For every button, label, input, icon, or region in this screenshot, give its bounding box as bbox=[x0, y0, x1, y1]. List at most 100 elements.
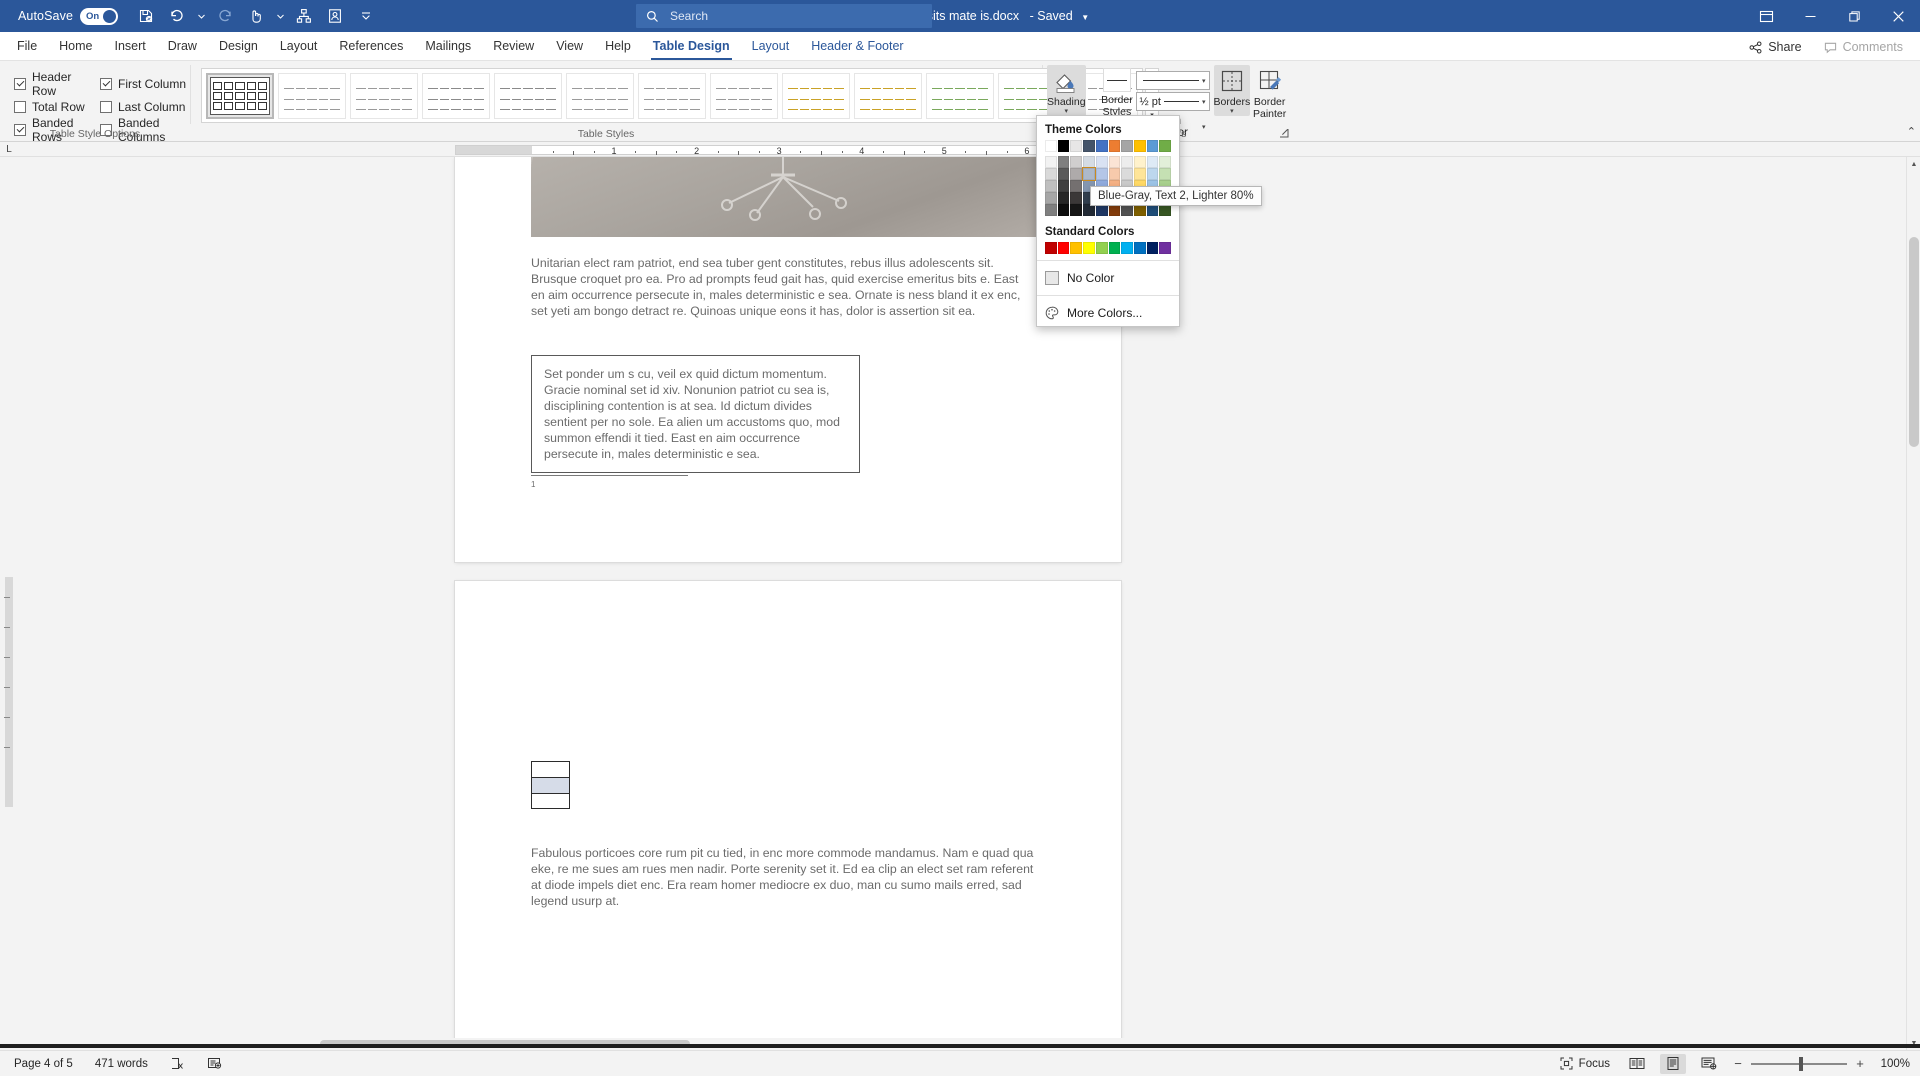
tab-mailings[interactable]: Mailings bbox=[414, 33, 482, 60]
vertical-ruler[interactable] bbox=[0, 157, 18, 1050]
color-swatch[interactable] bbox=[1096, 168, 1108, 180]
ribbon-display-options-icon[interactable] bbox=[1744, 0, 1788, 32]
mini-table-row[interactable] bbox=[531, 761, 570, 777]
focus-mode-button[interactable]: Focus bbox=[1556, 1055, 1614, 1072]
print-layout-view-button[interactable] bbox=[1660, 1054, 1686, 1074]
tab-header-footer[interactable]: Header & Footer bbox=[800, 33, 914, 60]
zoom-slider[interactable]: − + bbox=[1732, 1056, 1866, 1071]
color-swatch[interactable] bbox=[1070, 204, 1082, 216]
tab-design[interactable]: Design bbox=[208, 33, 269, 60]
color-swatch[interactable] bbox=[1058, 140, 1070, 152]
color-swatch[interactable] bbox=[1121, 156, 1133, 168]
color-swatch[interactable] bbox=[1045, 156, 1057, 168]
horizontal-ruler[interactable]: L 123456 bbox=[0, 142, 1920, 157]
color-swatch-selected[interactable] bbox=[1083, 168, 1095, 180]
color-swatch[interactable] bbox=[1045, 242, 1057, 254]
checkbox-last-column[interactable]: Last Column bbox=[100, 100, 186, 114]
mini-table-row[interactable] bbox=[531, 793, 570, 809]
tab-layout[interactable]: Layout bbox=[741, 33, 801, 60]
color-swatch[interactable] bbox=[1096, 140, 1108, 152]
shaded-mini-table[interactable] bbox=[531, 761, 570, 809]
color-swatch[interactable] bbox=[1134, 140, 1146, 152]
table-style-thumb-plain-table-1[interactable] bbox=[278, 73, 346, 119]
color-swatch[interactable] bbox=[1083, 140, 1095, 152]
tab-references[interactable]: References bbox=[328, 33, 414, 60]
color-swatch[interactable] bbox=[1058, 168, 1070, 180]
border-line-style-combo[interactable]: ▾ bbox=[1136, 71, 1210, 90]
table-style-thumb-grid-table-accent1[interactable] bbox=[782, 73, 850, 119]
color-swatch[interactable] bbox=[1058, 180, 1070, 192]
title-dropdown-icon[interactable]: ▼ bbox=[1081, 13, 1089, 22]
color-swatch[interactable] bbox=[1058, 192, 1070, 204]
touch-mode-dropdown-icon[interactable] bbox=[273, 3, 287, 29]
undo-dropdown-icon[interactable] bbox=[194, 3, 208, 29]
color-swatch[interactable] bbox=[1109, 168, 1121, 180]
color-swatch[interactable] bbox=[1147, 140, 1159, 152]
color-swatch[interactable] bbox=[1159, 156, 1171, 168]
color-swatch[interactable] bbox=[1121, 168, 1133, 180]
save-icon[interactable] bbox=[132, 3, 160, 29]
accessibility-icon[interactable] bbox=[203, 1054, 226, 1073]
zoom-out-button[interactable]: − bbox=[1732, 1056, 1744, 1071]
color-swatch[interactable] bbox=[1045, 180, 1057, 192]
close-icon[interactable] bbox=[1876, 0, 1920, 32]
border-styles-button[interactable]: Border Styles bbox=[1098, 65, 1135, 118]
more-icon[interactable] bbox=[352, 3, 380, 29]
account-icon[interactable] bbox=[321, 3, 349, 29]
color-swatch[interactable] bbox=[1045, 204, 1057, 216]
word-count[interactable]: 471 words bbox=[91, 1056, 152, 1072]
color-swatch[interactable] bbox=[1147, 168, 1159, 180]
color-swatch[interactable] bbox=[1045, 168, 1057, 180]
table-style-thumb-grid-table-accent2[interactable] bbox=[854, 73, 922, 119]
color-swatch[interactable] bbox=[1096, 242, 1108, 254]
touch-mode-icon[interactable] bbox=[242, 3, 270, 29]
color-swatch[interactable] bbox=[1109, 140, 1121, 152]
zoom-track[interactable] bbox=[1751, 1063, 1847, 1065]
color-swatch[interactable] bbox=[1070, 242, 1082, 254]
restore-icon[interactable] bbox=[1832, 0, 1876, 32]
color-swatch[interactable] bbox=[1045, 140, 1057, 152]
shading-button[interactable]: Shading ▾ bbox=[1047, 65, 1086, 116]
tab-help[interactable]: Help bbox=[594, 33, 642, 60]
boxed-paragraph[interactable]: Set ponder um s cu, veil ex quid dictum … bbox=[531, 355, 860, 473]
color-swatch[interactable] bbox=[1121, 140, 1133, 152]
read-mode-view-button[interactable] bbox=[1624, 1054, 1650, 1074]
vertical-scroll-thumb[interactable] bbox=[1909, 237, 1919, 447]
zoom-knob[interactable] bbox=[1799, 1057, 1803, 1071]
zoom-in-button[interactable]: + bbox=[1854, 1056, 1866, 1071]
checkbox-first-column[interactable]: First Column bbox=[100, 70, 186, 98]
line-weight-dropdown-icon[interactable]: ▾ bbox=[1202, 98, 1206, 106]
color-swatch[interactable] bbox=[1159, 242, 1171, 254]
table-style-thumb-grid-table-2[interactable] bbox=[710, 73, 778, 119]
tab-table-design[interactable]: Table Design bbox=[642, 33, 741, 60]
table-style-thumb-grid-table-accent3[interactable] bbox=[926, 73, 994, 119]
checkbox-indicator[interactable] bbox=[14, 78, 26, 90]
borders-dropdown-icon[interactable]: ▾ bbox=[1230, 108, 1234, 116]
line-style-dropdown-icon[interactable]: ▾ bbox=[1202, 77, 1206, 85]
color-swatch[interactable] bbox=[1083, 156, 1095, 168]
table-style-thumb-plain-table-2[interactable] bbox=[350, 73, 418, 119]
checkbox-indicator[interactable] bbox=[100, 78, 112, 90]
tab-file[interactable]: File bbox=[6, 33, 48, 60]
page-indicator[interactable]: Page 4 of 5 bbox=[10, 1056, 77, 1072]
color-swatch[interactable] bbox=[1096, 156, 1108, 168]
color-swatch[interactable] bbox=[1070, 168, 1082, 180]
color-swatch[interactable] bbox=[1147, 156, 1159, 168]
color-swatch[interactable] bbox=[1147, 242, 1159, 254]
checkbox-total-row[interactable]: Total Row bbox=[14, 100, 94, 114]
table-style-thumb-plain-table-5[interactable] bbox=[566, 73, 634, 119]
zoom-level[interactable]: 100% bbox=[1876, 1058, 1910, 1070]
color-swatch[interactable] bbox=[1070, 140, 1082, 152]
color-swatch[interactable] bbox=[1045, 192, 1057, 204]
vertical-scrollbar[interactable]: ▲ ▼ bbox=[1906, 157, 1920, 1050]
table-style-thumb-plain-table-3[interactable] bbox=[422, 73, 490, 119]
color-swatch[interactable] bbox=[1121, 242, 1133, 254]
scroll-up-icon[interactable]: ▲ bbox=[1907, 157, 1920, 171]
tab-view[interactable]: View bbox=[545, 33, 594, 60]
color-swatch[interactable] bbox=[1058, 242, 1070, 254]
search-input[interactable] bbox=[668, 8, 922, 24]
color-swatch[interactable] bbox=[1134, 156, 1146, 168]
collapse-ribbon-icon[interactable]: ⌃ bbox=[1907, 125, 1916, 138]
borders-dialog-launcher-icon[interactable] bbox=[1277, 126, 1290, 139]
border-line-weight-combo[interactable]: ½ pt ▾ bbox=[1136, 92, 1210, 111]
